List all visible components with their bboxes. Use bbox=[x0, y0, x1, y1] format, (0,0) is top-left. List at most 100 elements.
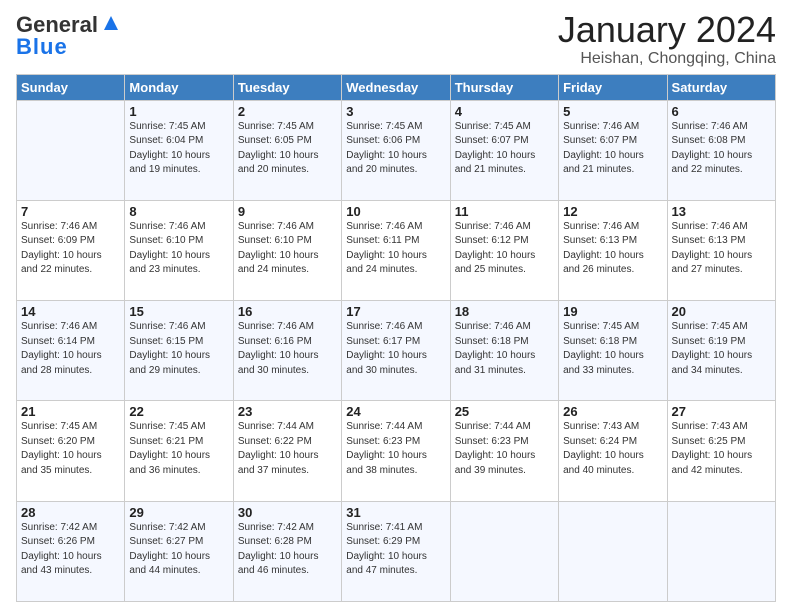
header-wednesday: Wednesday bbox=[342, 74, 450, 100]
day-info: Sunrise: 7:44 AM Sunset: 6:23 PM Dayligh… bbox=[346, 420, 445, 478]
table-row: 3Sunrise: 7:45 AM Sunset: 6:06 PM Daylig… bbox=[342, 100, 450, 200]
day-number: 4 bbox=[455, 104, 554, 119]
table-row: 29Sunrise: 7:42 AM Sunset: 6:27 PM Dayli… bbox=[125, 501, 233, 601]
day-info: Sunrise: 7:45 AM Sunset: 6:19 PM Dayligh… bbox=[672, 320, 771, 378]
table-row: 13Sunrise: 7:46 AM Sunset: 6:13 PM Dayli… bbox=[667, 200, 775, 300]
table-row: 31Sunrise: 7:41 AM Sunset: 6:29 PM Dayli… bbox=[342, 501, 450, 601]
table-row: 2Sunrise: 7:45 AM Sunset: 6:05 PM Daylig… bbox=[233, 100, 341, 200]
day-number: 14 bbox=[21, 304, 120, 319]
day-info: Sunrise: 7:41 AM Sunset: 6:29 PM Dayligh… bbox=[346, 521, 445, 579]
day-number: 29 bbox=[129, 505, 228, 520]
day-info: Sunrise: 7:45 AM Sunset: 6:06 PM Dayligh… bbox=[346, 120, 445, 178]
calendar-week-row: 21Sunrise: 7:45 AM Sunset: 6:20 PM Dayli… bbox=[17, 401, 776, 501]
day-info: Sunrise: 7:46 AM Sunset: 6:14 PM Dayligh… bbox=[21, 320, 120, 378]
day-number: 26 bbox=[563, 404, 662, 419]
day-info: Sunrise: 7:46 AM Sunset: 6:13 PM Dayligh… bbox=[672, 220, 771, 278]
day-number: 10 bbox=[346, 204, 445, 219]
calendar-week-row: 14Sunrise: 7:46 AM Sunset: 6:14 PM Dayli… bbox=[17, 301, 776, 401]
calendar-week-row: 1Sunrise: 7:45 AM Sunset: 6:04 PM Daylig… bbox=[17, 100, 776, 200]
table-row bbox=[559, 501, 667, 601]
header-sunday: Sunday bbox=[17, 74, 125, 100]
day-info: Sunrise: 7:45 AM Sunset: 6:04 PM Dayligh… bbox=[129, 120, 228, 178]
table-row: 21Sunrise: 7:45 AM Sunset: 6:20 PM Dayli… bbox=[17, 401, 125, 501]
table-row: 11Sunrise: 7:46 AM Sunset: 6:12 PM Dayli… bbox=[450, 200, 558, 300]
calendar-week-row: 7Sunrise: 7:46 AM Sunset: 6:09 PM Daylig… bbox=[17, 200, 776, 300]
day-info: Sunrise: 7:42 AM Sunset: 6:28 PM Dayligh… bbox=[238, 521, 337, 579]
table-row: 9Sunrise: 7:46 AM Sunset: 6:10 PM Daylig… bbox=[233, 200, 341, 300]
day-info: Sunrise: 7:43 AM Sunset: 6:25 PM Dayligh… bbox=[672, 420, 771, 478]
day-info: Sunrise: 7:45 AM Sunset: 6:18 PM Dayligh… bbox=[563, 320, 662, 378]
day-number: 12 bbox=[563, 204, 662, 219]
day-info: Sunrise: 7:44 AM Sunset: 6:23 PM Dayligh… bbox=[455, 420, 554, 478]
table-row: 27Sunrise: 7:43 AM Sunset: 6:25 PM Dayli… bbox=[667, 401, 775, 501]
calendar-page: General Blue January 2024 Heishan, Chong… bbox=[0, 0, 792, 612]
table-row bbox=[667, 501, 775, 601]
day-number: 17 bbox=[346, 304, 445, 319]
table-row: 1Sunrise: 7:45 AM Sunset: 6:04 PM Daylig… bbox=[125, 100, 233, 200]
day-number: 24 bbox=[346, 404, 445, 419]
table-row: 12Sunrise: 7:46 AM Sunset: 6:13 PM Dayli… bbox=[559, 200, 667, 300]
day-number: 1 bbox=[129, 104, 228, 119]
day-number: 8 bbox=[129, 204, 228, 219]
table-row: 19Sunrise: 7:45 AM Sunset: 6:18 PM Dayli… bbox=[559, 301, 667, 401]
day-number: 30 bbox=[238, 505, 337, 520]
day-number: 18 bbox=[455, 304, 554, 319]
location-subtitle: Heishan, Chongqing, China bbox=[558, 50, 776, 68]
header-monday: Monday bbox=[125, 74, 233, 100]
table-row: 30Sunrise: 7:42 AM Sunset: 6:28 PM Dayli… bbox=[233, 501, 341, 601]
day-info: Sunrise: 7:46 AM Sunset: 6:17 PM Dayligh… bbox=[346, 320, 445, 378]
table-row: 8Sunrise: 7:46 AM Sunset: 6:10 PM Daylig… bbox=[125, 200, 233, 300]
table-row bbox=[17, 100, 125, 200]
title-section: January 2024 Heishan, Chongqing, China bbox=[558, 10, 776, 68]
table-row: 6Sunrise: 7:46 AM Sunset: 6:08 PM Daylig… bbox=[667, 100, 775, 200]
calendar-table: Sunday Monday Tuesday Wednesday Thursday… bbox=[16, 74, 776, 602]
day-number: 6 bbox=[672, 104, 771, 119]
day-info: Sunrise: 7:45 AM Sunset: 6:20 PM Dayligh… bbox=[21, 420, 120, 478]
day-info: Sunrise: 7:46 AM Sunset: 6:12 PM Dayligh… bbox=[455, 220, 554, 278]
table-row: 22Sunrise: 7:45 AM Sunset: 6:21 PM Dayli… bbox=[125, 401, 233, 501]
table-row: 15Sunrise: 7:46 AM Sunset: 6:15 PM Dayli… bbox=[125, 301, 233, 401]
day-number: 13 bbox=[672, 204, 771, 219]
day-number: 25 bbox=[455, 404, 554, 419]
table-row: 7Sunrise: 7:46 AM Sunset: 6:09 PM Daylig… bbox=[17, 200, 125, 300]
day-info: Sunrise: 7:46 AM Sunset: 6:18 PM Dayligh… bbox=[455, 320, 554, 378]
table-row: 18Sunrise: 7:46 AM Sunset: 6:18 PM Dayli… bbox=[450, 301, 558, 401]
day-number: 19 bbox=[563, 304, 662, 319]
table-row: 24Sunrise: 7:44 AM Sunset: 6:23 PM Dayli… bbox=[342, 401, 450, 501]
table-row: 28Sunrise: 7:42 AM Sunset: 6:26 PM Dayli… bbox=[17, 501, 125, 601]
month-title: January 2024 bbox=[558, 10, 776, 50]
header-tuesday: Tuesday bbox=[233, 74, 341, 100]
day-number: 11 bbox=[455, 204, 554, 219]
day-number: 20 bbox=[672, 304, 771, 319]
day-info: Sunrise: 7:46 AM Sunset: 6:10 PM Dayligh… bbox=[238, 220, 337, 278]
day-info: Sunrise: 7:43 AM Sunset: 6:24 PM Dayligh… bbox=[563, 420, 662, 478]
day-info: Sunrise: 7:46 AM Sunset: 6:16 PM Dayligh… bbox=[238, 320, 337, 378]
table-row: 16Sunrise: 7:46 AM Sunset: 6:16 PM Dayli… bbox=[233, 301, 341, 401]
day-info: Sunrise: 7:45 AM Sunset: 6:21 PM Dayligh… bbox=[129, 420, 228, 478]
header-saturday: Saturday bbox=[667, 74, 775, 100]
day-info: Sunrise: 7:44 AM Sunset: 6:22 PM Dayligh… bbox=[238, 420, 337, 478]
day-number: 31 bbox=[346, 505, 445, 520]
table-row: 10Sunrise: 7:46 AM Sunset: 6:11 PM Dayli… bbox=[342, 200, 450, 300]
day-info: Sunrise: 7:46 AM Sunset: 6:09 PM Dayligh… bbox=[21, 220, 120, 278]
header-friday: Friday bbox=[559, 74, 667, 100]
header-thursday: Thursday bbox=[450, 74, 558, 100]
day-number: 2 bbox=[238, 104, 337, 119]
day-info: Sunrise: 7:46 AM Sunset: 6:13 PM Dayligh… bbox=[563, 220, 662, 278]
table-row: 5Sunrise: 7:46 AM Sunset: 6:07 PM Daylig… bbox=[559, 100, 667, 200]
day-number: 28 bbox=[21, 505, 120, 520]
page-header: General Blue January 2024 Heishan, Chong… bbox=[16, 10, 776, 68]
day-info: Sunrise: 7:45 AM Sunset: 6:07 PM Dayligh… bbox=[455, 120, 554, 178]
table-row: 26Sunrise: 7:43 AM Sunset: 6:24 PM Dayli… bbox=[559, 401, 667, 501]
table-row: 25Sunrise: 7:44 AM Sunset: 6:23 PM Dayli… bbox=[450, 401, 558, 501]
day-info: Sunrise: 7:42 AM Sunset: 6:27 PM Dayligh… bbox=[129, 521, 228, 579]
day-info: Sunrise: 7:42 AM Sunset: 6:26 PM Dayligh… bbox=[21, 521, 120, 579]
logo-blue-text: Blue bbox=[16, 36, 68, 58]
day-number: 16 bbox=[238, 304, 337, 319]
day-info: Sunrise: 7:46 AM Sunset: 6:11 PM Dayligh… bbox=[346, 220, 445, 278]
logo: General Blue bbox=[16, 14, 122, 58]
day-number: 5 bbox=[563, 104, 662, 119]
logo-icon bbox=[100, 12, 122, 34]
table-row bbox=[450, 501, 558, 601]
day-info: Sunrise: 7:46 AM Sunset: 6:08 PM Dayligh… bbox=[672, 120, 771, 178]
